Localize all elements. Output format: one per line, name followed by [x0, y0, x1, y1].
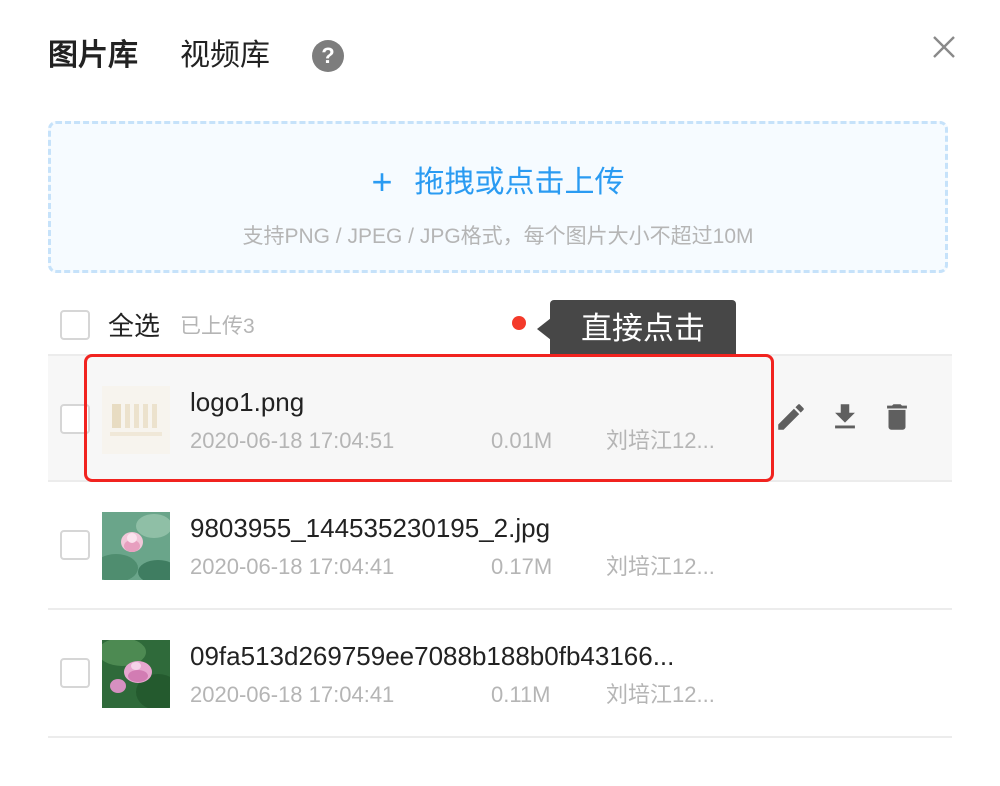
upload-hint: 支持PNG / JPEG / JPG格式，每个图片大小不超过10M: [242, 225, 754, 248]
file-uploader: 刘培江12...: [606, 554, 715, 579]
file-thumbnail: [102, 512, 170, 580]
upload-label: 拖拽或点击上传: [414, 166, 625, 199]
file-uploader: 刘培江12...: [606, 682, 715, 707]
image-library-dialog: 图片库 视频库 ? + 拖拽或点击上传 支持PNG / JPEG / JPG格式，…: [0, 0, 1000, 786]
delete-icon[interactable]: [880, 400, 914, 434]
file-name: 09fa513d269759ee7088b188b0fb43166...: [190, 641, 675, 671]
tooltip: 直接点击: [550, 300, 736, 358]
file-row[interactable]: 09fa513d269759ee7088b188b0fb43166... 202…: [48, 610, 952, 738]
select-all-label[interactable]: 全选: [108, 309, 160, 343]
file-thumbnail: [102, 640, 170, 708]
question-circle-icon[interactable]: ?: [312, 40, 344, 72]
tab-image-library[interactable]: 图片库: [48, 36, 138, 76]
file-row[interactable]: 9803955_144535230195_2.jpg 2020-06-18 17…: [48, 482, 952, 610]
upload-dropzone[interactable]: + 拖拽或点击上传 支持PNG / JPEG / JPG格式，每个图片大小不超过1…: [48, 121, 948, 273]
uploaded-count: 已上传3: [180, 315, 255, 338]
file-size: 0.11M: [491, 682, 551, 707]
tab-video-library[interactable]: 视频库: [180, 36, 270, 76]
upload-button[interactable]: + 拖拽或点击上传: [51, 162, 945, 203]
close-icon[interactable]: [930, 33, 958, 61]
file-date: 2020-06-18 17:04:41: [190, 682, 395, 707]
row-checkbox[interactable]: [60, 530, 90, 560]
file-size: 0.17M: [491, 554, 553, 579]
edit-icon[interactable]: [774, 400, 808, 434]
click-indicator-dot: [512, 316, 526, 330]
select-all-checkbox[interactable]: [60, 310, 90, 340]
file-date: 2020-06-18 17:04:41: [190, 554, 395, 579]
download-icon[interactable]: [828, 400, 862, 434]
row-checkbox[interactable]: [60, 658, 90, 688]
plus-icon: +: [371, 161, 393, 202]
highlight-box: [84, 354, 774, 482]
file-name: 9803955_144535230195_2.jpg: [190, 513, 551, 543]
tooltip-arrow: [537, 318, 551, 340]
